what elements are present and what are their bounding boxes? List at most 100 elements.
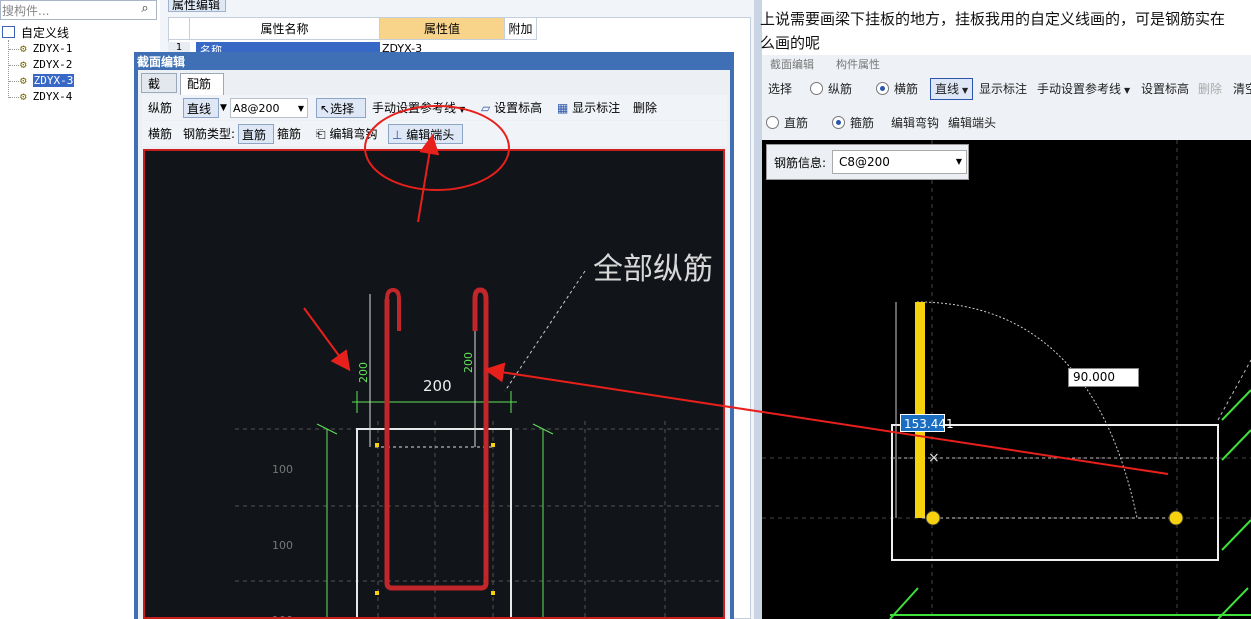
right-hengjin-radio[interactable]: 横筋 xyxy=(876,78,918,100)
angle-input[interactable]: 90.000 xyxy=(1068,368,1139,387)
cursor-cross-icon: × xyxy=(928,450,940,466)
rebar-canvas[interactable]: 全部纵筋 200 200 200 100 100 100 xyxy=(143,149,725,619)
spec-value: A8@200 xyxy=(233,102,280,115)
edit-end-button[interactable]: ⊥ 编辑端头 xyxy=(388,124,463,144)
stirrup-button[interactable]: 箍筋 xyxy=(277,124,301,144)
right-zongjin-radio[interactable]: 纵筋 xyxy=(810,78,852,100)
annotation-all-longitudinal: 全部纵筋 xyxy=(593,252,713,287)
folder-icon xyxy=(2,26,15,38)
chevron-down-icon: ▼ xyxy=(297,104,304,113)
rebar-info-value: C8@200 xyxy=(839,155,890,169)
grid-corner xyxy=(168,18,190,40)
right-show-label-button[interactable]: 显示标注 xyxy=(979,78,1027,100)
column-header-extra: 附加 xyxy=(505,18,537,40)
zongjin-label: 纵筋 xyxy=(828,82,853,96)
stirrup-label: 箍筋 xyxy=(850,116,875,130)
right-edit-hook-button[interactable]: 编辑弯钩 xyxy=(891,112,939,134)
hook-icon: ⎗ xyxy=(316,127,326,141)
manual-ref-label: 手动设置参考线 xyxy=(1037,82,1122,96)
zongjin-label: 纵筋 xyxy=(148,101,173,115)
chevron-down-icon: ▼ xyxy=(1124,86,1131,95)
chevron-down-icon: ▼ xyxy=(955,157,962,166)
tree-root-label: 自定义线 xyxy=(21,26,70,40)
rebar-info-combo[interactable]: C8@200 ▼ xyxy=(832,150,967,174)
delete-button[interactable]: 删除 xyxy=(633,98,657,118)
radio-icon xyxy=(766,116,779,129)
manual-ref-label: 手动设置参考线 xyxy=(372,101,457,115)
dimension-200-width: 200 xyxy=(423,377,452,395)
chevron-down-icon: ▼ xyxy=(962,86,969,95)
component-icon: ⚙ xyxy=(20,90,27,103)
tree-item[interactable]: ⚙ ZDYX-4 xyxy=(20,89,72,105)
elevation-icon: ▱ xyxy=(481,101,491,115)
select-label: 选择 xyxy=(330,102,355,116)
chevron-down-icon: ▼ xyxy=(459,105,466,114)
set-elevation-button[interactable]: ▱ 设置标高 xyxy=(481,98,542,118)
straight-label: 直筋 xyxy=(784,116,809,130)
dialog-title: 截面编辑 xyxy=(137,55,186,69)
tree-item[interactable]: ⚙ ZDYX-1 xyxy=(20,41,72,57)
right-select-button[interactable]: 选择 xyxy=(768,78,792,100)
tree-item-selected[interactable]: ⚙ ZDYX-3 xyxy=(20,73,75,89)
right-manual-ref-button[interactable]: 手动设置参考线 ▼ xyxy=(1037,78,1130,100)
edit-end-label: 编辑端头 xyxy=(406,128,455,142)
tree-item-label: ZDYX-1 xyxy=(32,42,73,55)
show-label-button[interactable]: ▦ 显示标注 xyxy=(557,98,620,118)
select-button[interactable]: ↖选择 xyxy=(316,98,366,118)
right-edit-end-button[interactable]: 编辑端头 xyxy=(948,112,996,134)
tree-item-label: ZDYX-3 xyxy=(32,74,75,87)
question-text-line1: 上说需要画梁下挂板的地方，挂板我用的自定义线画的，可是钢筋实在 xyxy=(760,10,1226,28)
right-stirrup-radio[interactable]: 箍筋 xyxy=(832,112,874,134)
tree-item-label: ZDYX-4 xyxy=(32,90,73,103)
label-icon: ▦ xyxy=(557,101,569,115)
panel-divider[interactable] xyxy=(754,0,762,619)
column-header-name: 属性名称 xyxy=(190,18,380,40)
right-tab-hint: 截面编辑 xyxy=(770,58,814,71)
grid-label-100: 100 xyxy=(272,463,293,476)
hengjin-label: 横筋 xyxy=(894,82,919,96)
line-mode-label: 直线 xyxy=(935,82,960,96)
straight-bar-button[interactable]: 直筋 xyxy=(238,124,274,144)
question-text-line2: 么画的呢 xyxy=(760,34,821,52)
grid-label-100: 100 xyxy=(272,539,293,552)
tree-root[interactable]: 自定义线 xyxy=(2,25,69,41)
tree-item-label: ZDYX-2 xyxy=(32,58,73,71)
right-line-mode-button[interactable]: 直线 ▼ xyxy=(930,78,974,100)
line-mode-button[interactable]: 直线 xyxy=(183,98,219,118)
tree-item[interactable]: ⚙ ZDYX-2 xyxy=(20,57,72,73)
search-icon[interactable]: ⌕ xyxy=(136,1,154,17)
set-elevation-label: 设置标高 xyxy=(494,101,543,115)
right-drawing: × xyxy=(762,140,1251,619)
tab-section[interactable]: 截面 xyxy=(141,73,177,111)
radio-icon xyxy=(832,116,845,129)
show-label-label: 显示标注 xyxy=(572,101,621,115)
column-header-value: 属性值 xyxy=(380,18,505,40)
bar-type-label: 钢筋类型: xyxy=(183,127,236,141)
rebar-drawing: 全部纵筋 200 200 200 100 100 100 xyxy=(235,252,723,617)
search-placeholder: 搜构件... xyxy=(2,4,50,18)
right-clear-button[interactable]: 清空 xyxy=(1233,78,1251,100)
edit-hook-button[interactable]: ⎗ 编辑弯钩 xyxy=(316,124,377,144)
manual-ref-button[interactable]: 手动设置参考线 ▼ xyxy=(372,98,465,118)
radio-icon xyxy=(876,82,889,95)
tab-property-edit[interactable]: 属性编辑 xyxy=(168,0,226,12)
component-icon: ⚙ xyxy=(20,58,27,71)
right-straight-radio[interactable]: 直筋 xyxy=(766,112,808,134)
dimension-200-left: 200 xyxy=(357,362,370,383)
hengjin-label: 横筋 xyxy=(148,127,173,141)
end-icon: ⊥ xyxy=(392,128,403,142)
right-delete-button[interactable]: 删除 xyxy=(1198,78,1222,100)
tab-rebar[interactable]: 配筋 xyxy=(180,73,224,95)
spec-combo[interactable]: A8@200 ▼ xyxy=(230,98,308,118)
rebar-info-label: 钢筋信息: xyxy=(774,156,827,170)
right-set-elevation-button[interactable]: 设置标高 xyxy=(1141,78,1189,100)
length-input[interactable]: 153.441 xyxy=(900,414,954,432)
component-icon: ⚙ xyxy=(20,74,27,87)
dropdown-arrow-icon[interactable]: ▼ xyxy=(220,98,227,118)
right-drawing-canvas[interactable]: × xyxy=(762,140,1251,619)
component-icon: ⚙ xyxy=(20,42,27,55)
radio-icon xyxy=(810,82,823,95)
cursor-icon: ↖ xyxy=(320,102,331,116)
right-tab-hint-2: 构件属性 xyxy=(836,58,880,71)
grid-label-100: 100 xyxy=(272,614,293,617)
